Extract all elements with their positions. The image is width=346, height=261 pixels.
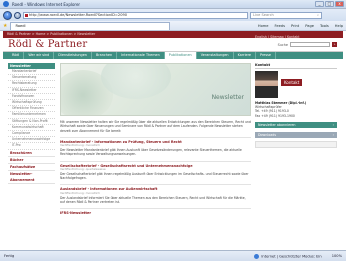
address-field[interactable]: http://www.roedl.de/Newsletter.Roedl?Sec… (23, 11, 248, 19)
site-search-go-button[interactable]: » (332, 42, 337, 47)
article-text: Der Auslandsbrief informiert Sie über ak… (60, 195, 246, 205)
article-item: Gesellschafterbrief - Gesellschaftsrecht… (60, 160, 251, 181)
chevron-right-icon: › (332, 132, 334, 137)
minimize-button[interactable]: _ (315, 1, 324, 7)
article-text: Der Gesellschafterbrief gibt Ihnen regel… (60, 172, 249, 181)
command-tools: Home Feeds Print Page Tools Help (258, 24, 343, 28)
contact-heading: Kontakt (255, 63, 337, 69)
site-favicon (25, 13, 28, 17)
newsletter-hero-banner: Newsletter (60, 63, 251, 116)
sidebar-item-buecher[interactable]: Bücher (8, 157, 55, 164)
site-search-label: Suche (277, 42, 288, 47)
contact-person: Kontakt (255, 71, 337, 98)
menu-item-veranstaltungen[interactable]: Veranstaltungen (197, 52, 234, 59)
status-text: Fertig (4, 254, 15, 258)
search-input[interactable]: Live Search ⌕ (250, 11, 322, 19)
menu-item-dienstleistungen[interactable]: Dienstleistungen (54, 52, 92, 59)
subscribe-newsletter-button[interactable]: Newsletter abonnieren › (255, 121, 337, 128)
home-button[interactable]: Home (258, 24, 269, 28)
page-menu[interactable]: Page (305, 24, 314, 28)
intro-text: Mit unserem Newsletter halten wir Sie re… (60, 120, 251, 133)
internet-explorer-icon (3, 1, 9, 7)
article-item: IFRS-Newsletter (60, 208, 251, 216)
main-column: Newsletter Mit unserem Newsletter halten… (60, 63, 251, 216)
tab-label: Roedl (15, 23, 26, 28)
search-icon[interactable]: ⌕ (317, 13, 319, 18)
forward-button[interactable]: › (14, 11, 21, 19)
address-toolbar: ‹ › http://www.roedl.de/Newsletter.Roedl… (0, 9, 346, 21)
zoom-level[interactable]: 100% (332, 254, 342, 259)
web-page: Rödl & Partner > Home > Publikationen > … (3, 31, 343, 250)
contact-photo (255, 71, 278, 98)
site-logo[interactable]: Rödl & Partner (8, 39, 87, 50)
sidebar-item-broschueren[interactable]: Broschüren (8, 150, 55, 157)
address-url: http://www.roedl.de/Newsletter.Roedl?Sec… (29, 12, 128, 17)
menu-item-branchen[interactable]: Branchen (92, 52, 118, 59)
subscribe-label: Newsletter abonnieren (258, 122, 296, 127)
downloads-label: Downloads (258, 132, 277, 137)
close-button[interactable]: x (335, 1, 344, 7)
browser-tab[interactable]: Roedl (10, 21, 171, 30)
security-zone-label: Internet | Geschützter Modus: Ein (261, 254, 322, 258)
command-bar: ★ Roedl Home Feeds Print Page Tools Help (0, 21, 346, 31)
window-title-bar: Roedl - Windows Internet Explorer _ □ x (0, 0, 346, 9)
article-item: Auslandsbrief - Informationen zur Außenw… (60, 184, 251, 204)
hero-label: Newsletter (211, 94, 244, 101)
globe-icon (254, 253, 260, 259)
downloads-button[interactable]: Downloads › (255, 131, 337, 138)
article-title[interactable]: IFRS-Newsletter (60, 211, 251, 216)
security-zone[interactable]: Internet | Geschützter Modus: Ein (254, 253, 322, 259)
sidebar-item-abonnement[interactable]: Newsletter-Abonnement (8, 171, 55, 184)
site-search: Suche » (278, 42, 337, 47)
window-title: Roedl - Windows Internet Explorer (12, 1, 81, 7)
help-menu[interactable]: Help (335, 24, 343, 28)
main-menu: Rödl Wer wir sind Dienstleistungen Branc… (3, 52, 343, 59)
feeds-button[interactable]: Feeds (275, 24, 285, 28)
window-controls: _ □ x (315, 1, 344, 7)
status-bar: Fertig Internet | Geschützter Modus: Ein… (0, 250, 346, 261)
menu-item-publikationen[interactable]: Publikationen (164, 52, 197, 59)
back-button[interactable]: ‹ (3, 10, 12, 20)
favorites-star-icon[interactable]: ★ (3, 23, 7, 29)
brand-header: Rödl & Partner Suche » (3, 38, 343, 52)
page-content: Newsletter Mandantenbrief Steuerberatung… (3, 60, 343, 250)
contact-fax: Fax +49 (911) 9193-1900 (255, 113, 295, 118)
contact-tag: Kontakt (281, 79, 303, 86)
menu-item-wer-wir-sind[interactable]: Wer wir sind (24, 52, 55, 59)
contact-info: Matthias Stemmer (Dipl.-Inf.) Wirtschaft… (255, 101, 337, 118)
article-item: Mandantenbrief - Informationen zu Prüfun… (60, 136, 251, 157)
menu-item-presse[interactable]: Presse (256, 52, 277, 59)
menu-item-internationale-themen[interactable]: Internationale Themen (117, 52, 165, 59)
article-text: Der Newsletter Mandantenbrief gibt Ihnen… (60, 148, 242, 157)
menu-item-roedl[interactable]: Rödl (8, 52, 25, 59)
print-button[interactable]: Print (291, 24, 299, 28)
breadcrumb-bar: Rödl & Partner > Home > Publikationen > … (3, 31, 343, 39)
site-search-input[interactable] (290, 42, 330, 47)
search-placeholder: Live Search (253, 12, 274, 17)
contact-column: Kontakt Kontakt Matthias Stemmer (Dipl.-… (255, 63, 337, 148)
breadcrumb[interactable]: Rödl & Partner > Home > Publikationen > … (7, 31, 95, 38)
maximize-button[interactable]: □ (325, 1, 334, 7)
status-zone: Internet | Geschützter Modus: Ein 100% (254, 253, 342, 259)
sidebar-item-fachaufsaetze[interactable]: Fachaufsätze (8, 164, 55, 171)
menu-item-karriere[interactable]: Karriere (234, 52, 256, 59)
chevron-right-icon: › (332, 122, 334, 127)
side-box (255, 140, 337, 148)
tools-menu[interactable]: Tools (320, 24, 329, 28)
sidebar: Newsletter Mandantenbrief Steuerberatung… (8, 63, 55, 184)
